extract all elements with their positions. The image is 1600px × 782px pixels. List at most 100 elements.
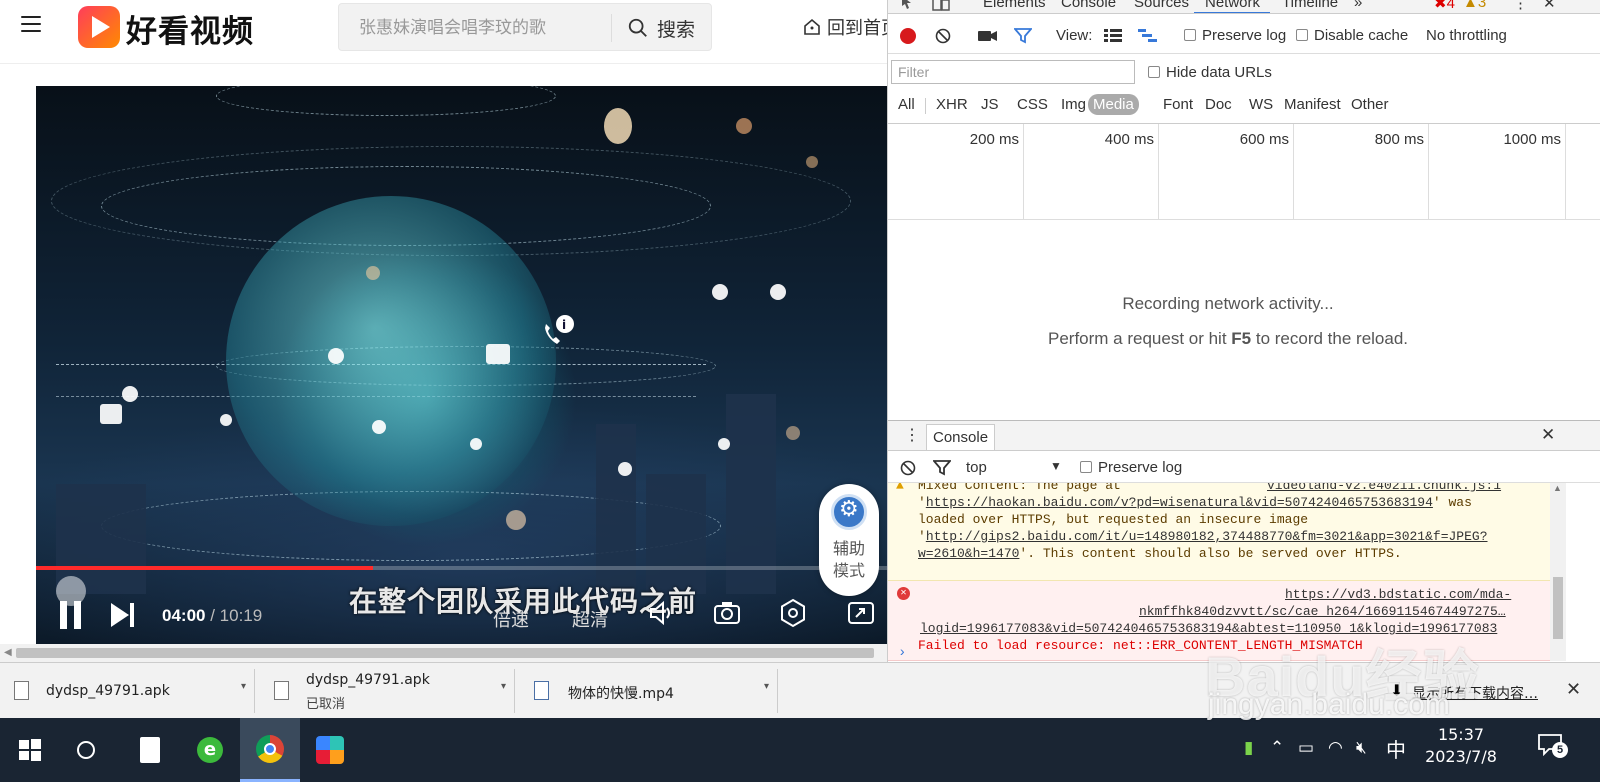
overview-icon[interactable] [1138,28,1158,44]
taskbar-app[interactable] [300,718,360,782]
video-file-icon [534,681,549,700]
filter-all[interactable]: All [894,94,919,115]
tab-timeline[interactable]: Timeline [1282,0,1338,11]
download-item[interactable]: dydsp_49791.apk ▾ [0,669,255,713]
error-count-badge[interactable]: ✖4 [1434,0,1455,12]
more-tabs-button[interactable]: » [1354,0,1362,11]
system-clock[interactable]: 15:37 2023/7/8 [1416,724,1506,768]
filter-doc[interactable]: Doc [1201,94,1236,115]
capture-screenshots-icon[interactable] [978,28,998,44]
close-devtools-icon[interactable]: ✕ [1543,0,1556,12]
context-select[interactable]: top [966,459,987,476]
record-button[interactable] [900,28,916,44]
download-item[interactable]: dydsp_49791.apk 已取消 ▾ [260,669,515,713]
tab-sources[interactable]: Sources [1134,0,1189,11]
menu-icon[interactable] [21,16,41,34]
throttling-select[interactable]: No throttling [1426,27,1507,44]
chrome-icon [256,734,284,763]
mail-icon [100,404,122,424]
filter-font[interactable]: Font [1159,94,1197,115]
volume-icon[interactable] [646,598,676,628]
scroll-up-icon[interactable]: ▲ [1553,483,1562,493]
pip-icon[interactable] [846,598,876,628]
device-mode-icon[interactable] [932,0,950,12]
ime-indicator[interactable]: 中 [1386,734,1406,763]
tab-console[interactable]: Console [1061,0,1116,11]
page-horizontal-scrollbar[interactable]: ◀ [0,644,887,662]
taskbar-ie-app[interactable]: e [180,718,240,782]
start-button[interactable] [0,718,60,782]
filter-media[interactable]: Media [1088,94,1139,115]
show-hidden-icons[interactable]: ⌃ [1270,738,1284,758]
disable-cache-checkbox[interactable]: Disable cache [1296,27,1408,44]
console-scrollbar-thumb[interactable] [1553,577,1563,639]
clear-icon[interactable] [935,28,951,44]
filter-manifest[interactable]: Manifest [1280,94,1345,115]
haokan-logo-icon[interactable] [78,6,120,48]
search-button[interactable]: 搜索 [617,10,707,46]
filter-input[interactable] [891,60,1135,84]
battery-icon[interactable]: ▮ [1244,738,1253,758]
warning-source-link[interactable]: videoland-v2.e40211.chunk.js:1 [1267,483,1501,494]
checkbox-box[interactable] [1080,461,1092,473]
large-rows-icon[interactable] [1104,28,1122,44]
device-icon[interactable]: ▭ [1298,738,1314,758]
close-downloads-icon[interactable]: ✕ [1566,679,1581,700]
scrollbar-thumb[interactable] [16,648,874,658]
site-logo-text[interactable]: 好看视频 [126,6,254,51]
error-url-link[interactable]: https://vd3.bdstatic.com/mda- [1285,586,1511,603]
quality-button[interactable]: 超清 [572,606,608,632]
console-filter-icon[interactable] [933,460,951,476]
warning-image-link-cont[interactable]: w=2610&h=1470 [918,546,1019,561]
preserve-log-checkbox[interactable]: Preserve log [1184,27,1286,44]
drawer-tab-console[interactable]: Console [926,424,996,450]
inspect-element-icon[interactable] [900,0,918,12]
action-center-button[interactable]: 5 [1538,734,1568,762]
filter-img[interactable]: Img [1057,94,1090,115]
console-preserve-log-checkbox[interactable]: Preserve log [1080,459,1182,476]
filter-other[interactable]: Other [1347,94,1393,115]
filter-js[interactable]: JS [977,94,1003,115]
devtools-menu-icon[interactable]: ⋮ [1513,0,1528,12]
progress-bar[interactable] [36,566,887,570]
checkbox-box[interactable] [1148,66,1160,78]
download-item[interactable]: 物体的快慢.mp4 ▾ [520,669,778,713]
screenshot-icon[interactable] [712,598,742,628]
scroll-left-icon[interactable]: ◀ [4,647,12,658]
taskbar-chrome-app[interactable] [240,718,300,782]
drawer-menu-icon[interactable]: ⋮ [904,425,920,445]
download-menu-icon[interactable]: ▾ [501,681,506,692]
download-menu-icon[interactable]: ▾ [241,681,246,692]
filter-xhr[interactable]: XHR [932,94,972,115]
taskbar-file-app[interactable] [120,718,180,782]
wifi-icon[interactable]: ◠ [1328,738,1343,758]
video-player[interactable]: i 辅助 模式 在整个团队采用此代码之前 [36,86,887,654]
error-url-link[interactable]: nkmffhk840dzvvtt/sc/cae_h264/16691154674… [1139,603,1506,620]
settings-icon[interactable] [778,598,808,628]
context-dropdown-icon[interactable]: ▼ [1050,459,1062,473]
cortana-button[interactable] [56,718,116,782]
filter-icon[interactable] [1014,28,1032,44]
pause-button[interactable] [60,601,84,629]
hide-data-urls-checkbox[interactable]: Hide data URLs [1148,64,1272,81]
search-input[interactable] [359,18,609,38]
filter-css[interactable]: CSS [1013,94,1052,115]
checkbox-box[interactable] [1184,29,1196,41]
console-prompt[interactable]: › [898,645,906,661]
warning-url-link[interactable]: https://haokan.baidu.com/v?pd=wisenatura… [926,495,1433,510]
warning-count-badge[interactable]: ▲3 [1463,0,1486,11]
warning-image-link[interactable]: http://gips2.baidu.com/it/u=148980182,37… [926,529,1488,544]
speed-button[interactable]: 倍速 [493,606,529,632]
tab-network[interactable]: Network [1205,0,1260,11]
console-scrollbar[interactable]: ▲ [1550,483,1566,661]
download-menu-icon[interactable]: ▾ [764,681,769,692]
home-link[interactable]: 回到首页 [803,14,887,40]
filter-ws[interactable]: WS [1245,94,1277,115]
close-drawer-icon[interactable]: ✕ [1541,425,1555,445]
tab-elements[interactable]: Elements [983,0,1046,11]
clear-console-icon[interactable] [900,460,916,476]
volume-mute-icon[interactable]: 🔇︎ [1356,738,1367,758]
checkbox-box[interactable] [1296,29,1308,41]
next-button[interactable] [111,603,137,627]
assist-mode-button[interactable]: 辅助 模式 [819,484,879,596]
